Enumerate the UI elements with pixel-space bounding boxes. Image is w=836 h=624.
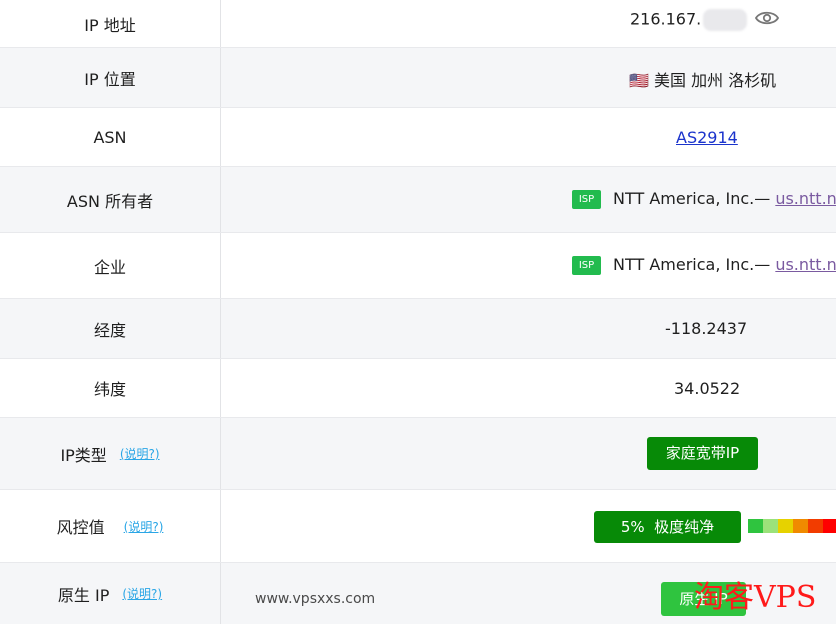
native-ip-help-link[interactable]: (说明?) — [122, 585, 162, 602]
risk-gauge-segment — [793, 519, 808, 533]
row-ip-type: IP类型 (说明?) 家庭宽带IP — [0, 418, 836, 490]
longitude-value: -118.2437 — [665, 319, 748, 338]
ip-type-help-link[interactable]: (说明?) — [120, 445, 160, 462]
masked-ip-segment — [703, 9, 748, 31]
risk-gauge-segment — [808, 519, 823, 533]
row-latitude: 纬度 34.0522 — [0, 359, 836, 418]
row-ip-location: IP 位置 🇺🇸 美国 加州 洛杉矶 — [0, 48, 836, 108]
us-flag-icon: 🇺🇸 — [629, 71, 649, 90]
label-native-ip: 原生 IP — [57, 585, 110, 605]
ip-address-value: 216.167. — [630, 9, 702, 29]
asn-owner-domain-link[interactable]: us.ntt.ne — [775, 189, 836, 208]
asn-link[interactable]: AS2914 — [676, 128, 738, 147]
ip-type-badge: 家庭宽带IP — [647, 437, 758, 470]
isp-badge: ISP — [572, 190, 601, 209]
label-latitude: 纬度 — [0, 359, 221, 417]
isp-badge: ISP — [572, 256, 601, 275]
risk-gauge-segment — [748, 519, 763, 533]
label-asn: ASN — [0, 108, 221, 166]
eye-icon[interactable] — [755, 10, 780, 30]
label-asn-owner: ASN 所有者 — [0, 167, 221, 232]
label-risk-score: 风控值 — [56, 518, 105, 537]
label-company: 企业 — [0, 233, 221, 298]
watermark-logo: 淘客VPS — [694, 580, 817, 615]
risk-score-badge: 5% 极度纯净 — [594, 511, 741, 543]
label-ip-location: IP 位置 — [0, 48, 221, 107]
site-watermark-text: www.vpsxxs.com — [255, 591, 376, 607]
asn-owner-value: NTT America, Inc.— — [613, 189, 771, 208]
ip-info-table: IP 地址 216.167. IP 位置 🇺🇸 美国 加州 洛杉矶 ASN AS… — [0, 0, 836, 624]
row-longitude: 经度 -118.2437 — [0, 299, 836, 359]
row-asn: ASN AS2914 — [0, 108, 836, 167]
risk-gauge-segment — [823, 519, 836, 533]
risk-gauge-segment — [778, 519, 793, 533]
row-asn-owner: ASN 所有者 ISP NTT America, Inc.— us.ntt.ne — [0, 167, 836, 233]
row-company: 企业 ISP NTT America, Inc.— us.ntt.ne — [0, 233, 836, 299]
row-ip-address: IP 地址 216.167. — [0, 0, 836, 48]
label-ip-type: IP类型 — [60, 445, 107, 465]
company-value: NTT America, Inc.— — [613, 255, 771, 274]
risk-gauge-segment — [763, 519, 778, 533]
label-longitude: 经度 — [0, 299, 221, 358]
row-risk-score: 风控值 (说明?) 5% 极度纯净 — [0, 490, 836, 563]
label-ip-address: IP 地址 — [0, 0, 221, 47]
ip-location-value: 美国 加州 洛杉矶 — [654, 71, 777, 90]
company-domain-link[interactable]: us.ntt.ne — [775, 255, 836, 274]
risk-gauge — [748, 519, 836, 533]
risk-score-help-link[interactable]: (说明?) — [124, 518, 164, 535]
latitude-value: 34.0522 — [674, 379, 741, 398]
